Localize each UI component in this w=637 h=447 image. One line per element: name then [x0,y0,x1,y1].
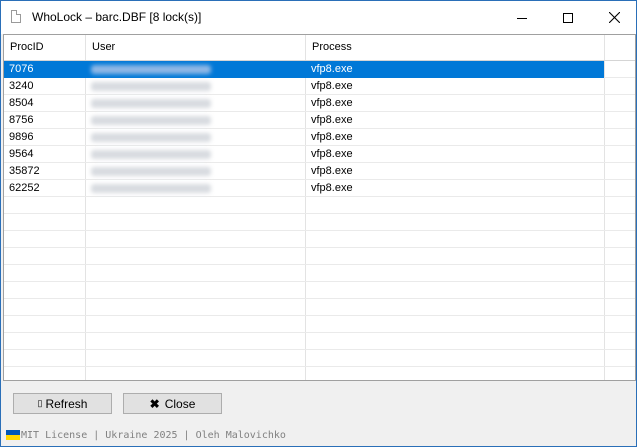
table-row[interactable]: 62252 vfp8.exe [4,180,604,197]
table-row[interactable]: 3240 vfp8.exe [4,78,604,95]
ukraine-flag-icon [6,430,20,440]
row-divider [4,264,635,265]
minimize-icon [517,17,527,19]
locks-grid[interactable]: ProcID User Process 7076 vfp8.exe 3240 vfp8… [3,34,636,381]
cell-process: vfp8.exe [311,114,353,126]
cell-procid: 8756 [9,114,34,126]
cell-user [86,180,305,197]
cell-user [86,146,305,163]
document-icon [11,10,21,23]
row-divider [4,281,635,282]
row-divider [4,298,635,299]
table-row[interactable]: 8504 vfp8.exe [4,95,604,112]
row-divider [4,349,635,350]
table-row[interactable]: 9564 vfp8.exe [4,146,604,163]
row-divider [4,213,635,214]
close-button-label: Close [164,396,196,411]
row-divider [4,315,635,316]
title-bar[interactable]: WhoLock – barc.DBF [8 lock(s)] [1,1,636,34]
minimize-button[interactable] [499,1,545,34]
cell-process: vfp8.exe [311,63,353,75]
maximize-button[interactable] [545,1,591,34]
footer: MIT License | Ukraine 2025 | Oleh Malovi… [6,429,286,441]
cell-user [86,112,305,129]
column-divider [604,35,605,380]
refresh-button-label: Refresh [45,396,88,411]
close-icon [608,12,620,23]
cell-procid: 62252 [9,182,40,194]
maximize-icon [563,12,573,23]
cell-procid: 9564 [9,148,34,160]
refresh-button[interactable]: ▯ Refresh [13,393,112,414]
window-title: WhoLock – barc.DBF [8 lock(s)] [32,10,202,24]
redacted-user [91,116,211,125]
refresh-icon: ▯ [37,398,43,408]
row-divider [4,247,635,248]
cell-procid: 8504 [9,97,34,109]
cell-procid: 35872 [9,165,40,177]
row-divider [4,230,635,231]
cell-user [86,129,305,146]
cell-process: vfp8.exe [311,165,353,177]
cell-procid: 9896 [9,131,34,143]
table-row[interactable]: 7076 vfp8.exe [4,61,604,78]
close-button[interactable]: ✖ Close [123,393,222,414]
redacted-user [91,133,211,142]
row-divider [4,366,635,367]
cell-procid: 7076 [9,63,34,75]
redacted-user [91,99,211,108]
footer-text: MIT License | Ukraine 2025 | Oleh Malovi… [21,429,286,441]
cell-process: vfp8.exe [311,80,353,92]
column-header-user[interactable]: User [86,35,305,60]
cell-process: vfp8.exe [311,148,353,160]
table-row[interactable]: 9896 vfp8.exe [4,129,604,146]
cell-process: vfp8.exe [311,131,353,143]
column-header-procid[interactable]: ProcID [4,35,85,60]
wholock-window: WhoLock – barc.DBF [8 lock(s)] ProcID Us… [0,0,637,447]
redacted-user [91,82,211,91]
cell-process: vfp8.exe [311,97,353,109]
cell-user [86,78,305,95]
close-window-button[interactable] [591,1,636,34]
cell-process: vfp8.exe [311,182,353,194]
redacted-user [91,184,211,193]
redacted-user [91,150,211,159]
x-icon: ✖ [149,396,160,411]
redacted-user [91,167,211,176]
redacted-user [91,65,211,74]
column-header-process[interactable]: Process [306,35,604,60]
cell-user [86,61,305,78]
cell-user [86,163,305,180]
cell-user [86,95,305,112]
table-row[interactable]: 35872 vfp8.exe [4,163,604,180]
table-row[interactable]: 8756 vfp8.exe [4,112,604,129]
cell-procid: 3240 [9,80,34,92]
row-divider [4,332,635,333]
